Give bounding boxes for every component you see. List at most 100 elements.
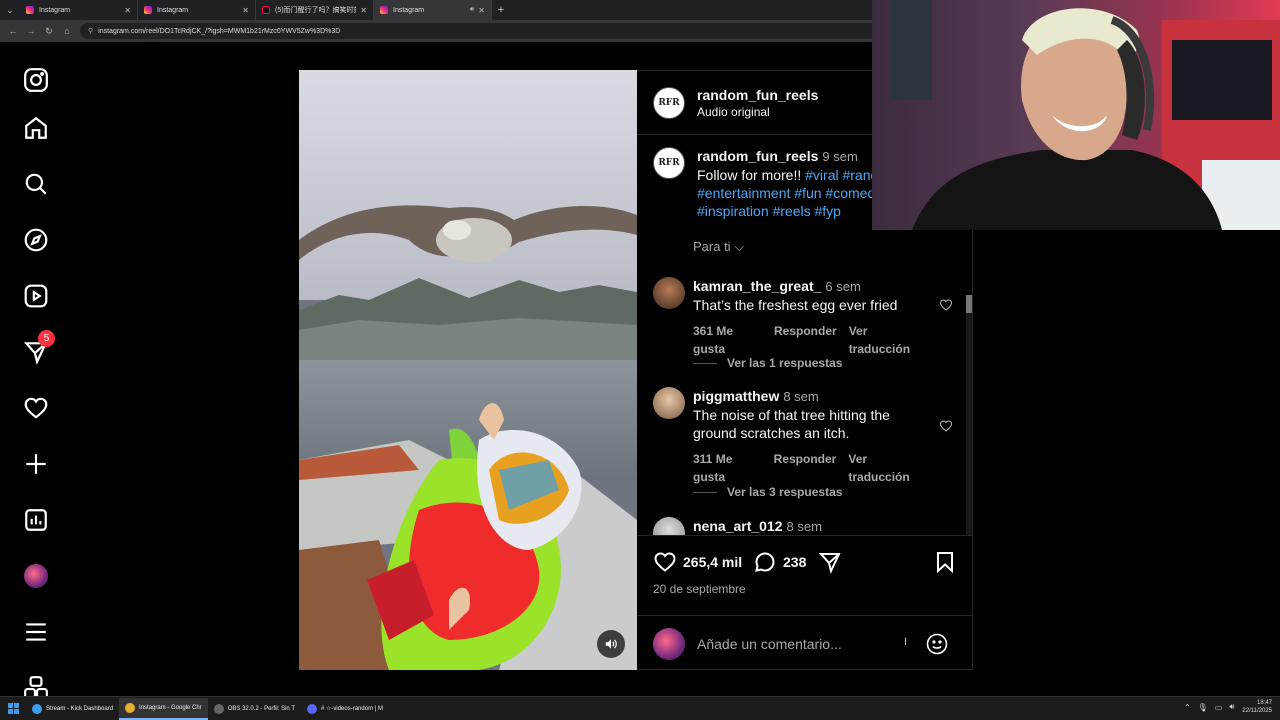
webcam-overlay xyxy=(872,0,1280,230)
instagram-favicon-icon xyxy=(380,6,388,14)
caption-hashtags[interactable]: #viral #rand xyxy=(805,167,878,183)
tab-label: Instagram xyxy=(393,6,425,14)
taskbar-item[interactable]: Stream - Kick Dashboard xyxy=(26,698,119,720)
system-tray: ⌃ 🎙︎ ▭ 🔊︎ 18:47 22/11/2025 xyxy=(1177,699,1272,715)
my-avatar xyxy=(653,627,685,660)
browser-tab-4[interactable]: Instagram 🔊︎ ✕ xyxy=(374,0,492,20)
reel-video[interactable] xyxy=(299,70,637,670)
comment-item: piggmatthew 8 sem The noise of that tree … xyxy=(653,387,953,486)
clock-date: 22/11/2025 xyxy=(1242,708,1272,714)
tab-close-icon[interactable]: ✕ xyxy=(242,6,249,15)
reload-icon[interactable]: ↻ xyxy=(40,26,58,37)
tab-search-icon[interactable]: ⌄ xyxy=(0,0,20,20)
chrome-icon xyxy=(32,703,42,714)
url-input[interactable]: ⚲ instagram.com/reel/DO1TcRdjCK_/?igsh=M… xyxy=(80,23,920,39)
save-button[interactable] xyxy=(933,550,957,574)
volume-icon[interactable]: 🔊︎ xyxy=(1229,702,1234,712)
translate-button[interactable]: Ver traducción xyxy=(848,450,925,486)
comment-username[interactable]: kamran_the_great_ xyxy=(693,278,821,294)
caption-avatar[interactable]: RFR xyxy=(653,147,685,179)
share-button[interactable] xyxy=(818,550,842,574)
os-taskbar: Stream - Kick Dashboard Instagram - Goog… xyxy=(0,696,1280,720)
back-arrow-icon[interactable]: ← xyxy=(4,26,22,36)
view-replies-label: Ver las 3 respuestas xyxy=(727,485,843,499)
comment-button[interactable]: 238 xyxy=(753,550,806,574)
emoji-button[interactable] xyxy=(925,632,949,656)
like-button[interactable]: 265,4 mil xyxy=(653,550,742,574)
taskbar-item-label: OBS 32.0.2 - Perfil: Sin T xyxy=(227,705,295,712)
comment-username[interactable]: piggmatthew xyxy=(693,388,779,404)
explore-icon[interactable] xyxy=(22,226,50,254)
new-tab-button[interactable]: + xyxy=(492,4,510,16)
tab-close-icon[interactable]: ✕ xyxy=(478,6,485,15)
tab-close-icon[interactable]: ✕ xyxy=(124,6,131,15)
tab-audio-icon[interactable]: 🔊︎ xyxy=(470,6,474,14)
comment-likes[interactable]: 311 Me gusta xyxy=(693,450,762,486)
like-comment-heart-icon[interactable] xyxy=(939,419,953,433)
discord-icon xyxy=(307,703,317,714)
microphone-icon[interactable]: 🎙︎ xyxy=(1198,703,1208,712)
tab-label: Instagram xyxy=(39,6,71,14)
network-icon[interactable]: ▭ xyxy=(1215,703,1223,712)
audio-label[interactable]: Audio original xyxy=(697,105,818,119)
translate-button[interactable]: Ver traducción xyxy=(849,322,925,358)
comment-avatar[interactable] xyxy=(653,387,685,419)
post-date: 20 de septiembre xyxy=(653,582,746,596)
sidebar-nav: 5 xyxy=(0,46,72,699)
tab-close-icon[interactable]: ✕ xyxy=(360,6,367,15)
avatar-logo-text: RFR xyxy=(658,97,680,108)
author-username[interactable]: random_fun_reels xyxy=(697,87,818,103)
comment-input[interactable]: Añade un comentario... xyxy=(697,636,925,652)
reply-button[interactable]: Responder xyxy=(774,322,837,358)
webcam-scene xyxy=(892,0,1280,230)
audio-toggle-button[interactable] xyxy=(597,630,625,658)
taskbar-item[interactable]: # ☆-videos-random | M xyxy=(301,698,389,720)
url-text: instagram.com/reel/DO1TcRdjCK_/?igsh=MWM… xyxy=(98,27,341,35)
system-clock[interactable]: 18:47 22/11/2025 xyxy=(1242,699,1272,715)
forward-arrow-icon[interactable]: → xyxy=(22,26,40,36)
avatar xyxy=(24,564,48,588)
comment-sort-dropdown[interactable]: Para ti ⌵ xyxy=(693,239,744,255)
comments-scrollbar[interactable] xyxy=(966,295,972,535)
notifications-heart-icon[interactable] xyxy=(22,394,50,422)
view-replies-button[interactable]: Ver las 1 respuestas xyxy=(693,356,842,370)
comment-item: nena_art_012 8 sem xyxy=(653,517,953,535)
taskbar-item[interactable]: OBS 32.0.2 - Perfil: Sin T xyxy=(208,698,301,720)
chrome-icon xyxy=(125,702,136,713)
reels-icon[interactable] xyxy=(22,282,50,310)
home-icon[interactable] xyxy=(22,114,50,142)
browser-tab-3[interactable]: (5)而门醒行了吗？搞笑时刻分 ✕ xyxy=(256,0,374,20)
menu-icon[interactable] xyxy=(22,618,50,646)
author-avatar[interactable]: RFR xyxy=(653,86,685,119)
reply-button[interactable]: Responder xyxy=(774,450,837,486)
comment-username[interactable]: nena_art_012 xyxy=(693,518,783,534)
caption-hashtags[interactable]: #entertainment #fun #comed xyxy=(697,184,878,202)
send-icon xyxy=(818,553,841,574)
replies-divider xyxy=(693,491,717,493)
dashboard-icon[interactable] xyxy=(22,506,50,534)
browser-tab-2[interactable]: Instagram ✕ xyxy=(138,0,256,20)
profile-avatar[interactable] xyxy=(22,562,50,590)
comment-likes[interactable]: 361 Me gusta xyxy=(693,322,762,358)
comment-avatar[interactable] xyxy=(653,517,685,535)
chevron-up-icon[interactable]: ⌃ xyxy=(1184,703,1191,712)
taskbar-item-label: Instagram - Google Chr xyxy=(139,704,202,711)
browser-tab-1[interactable]: Instagram ✕ xyxy=(20,0,138,20)
messages-icon[interactable]: 5 xyxy=(22,330,55,366)
taskbar-item-label: # ☆-videos-random | M xyxy=(321,706,383,712)
home-button-icon[interactable]: ⌂ xyxy=(58,26,76,36)
instagram-logo-icon[interactable] xyxy=(22,66,50,94)
caption-username[interactable]: random_fun_reels xyxy=(697,148,818,164)
scrollbar-thumb[interactable] xyxy=(966,295,972,313)
tiktok-favicon-icon xyxy=(262,6,270,14)
start-button[interactable] xyxy=(0,703,26,715)
caption-hashtags[interactable]: #inspiration #reels #fyp xyxy=(697,202,878,220)
comment-avatar[interactable] xyxy=(653,277,685,309)
like-comment-heart-icon[interactable] xyxy=(939,298,953,312)
comment-time: 8 sem xyxy=(786,519,822,534)
search-icon[interactable] xyxy=(22,170,50,198)
site-info-icon[interactable]: ⚲ xyxy=(88,27,93,35)
view-replies-button[interactable]: Ver las 3 respuestas xyxy=(693,485,842,499)
taskbar-item[interactable]: Instagram - Google Chr xyxy=(119,697,208,720)
create-plus-icon[interactable] xyxy=(22,450,50,478)
